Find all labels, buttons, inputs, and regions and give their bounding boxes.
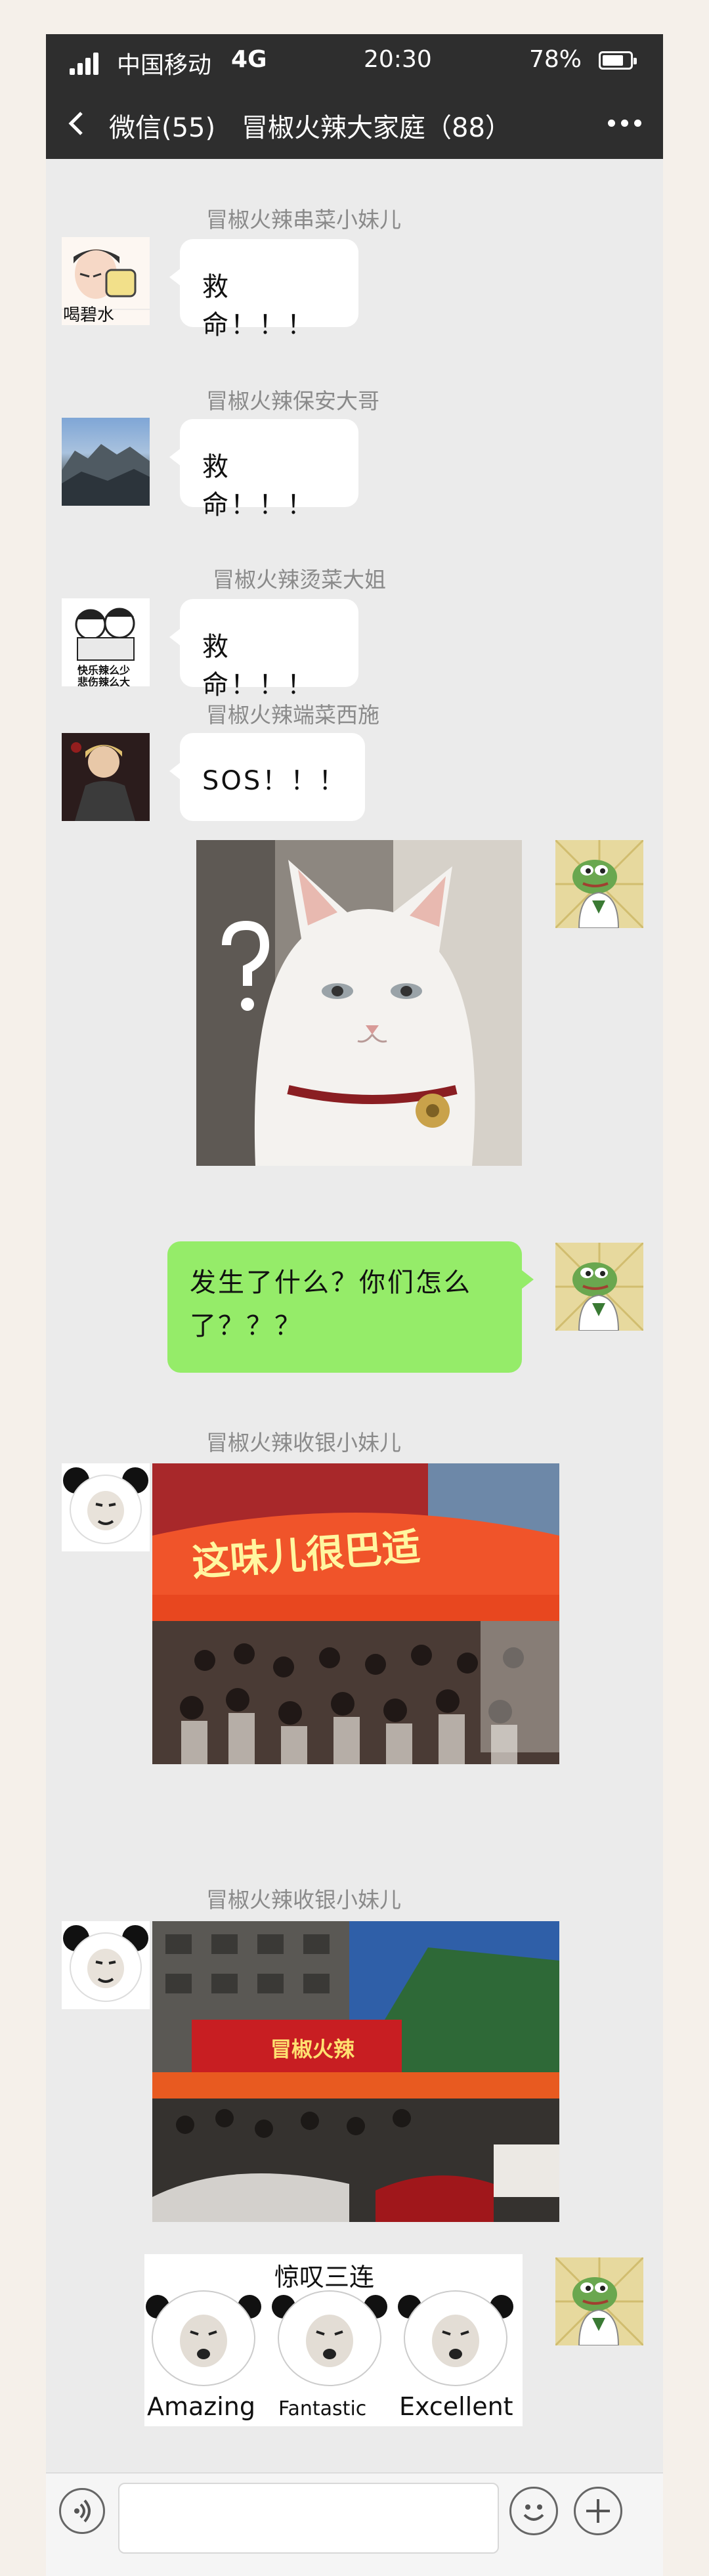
page-title: 冒椒火辣大家庭（88） <box>242 113 511 143</box>
input-bar <box>46 2472 663 2576</box>
message-bubble[interactable]: 救命！！！ <box>169 599 358 700</box>
avatar[interactable] <box>62 1463 150 1551</box>
avatar[interactable]: 快乐辣么少 悲伤辣么大 <box>62 598 150 686</box>
chat-header: 微信(55) 冒椒火辣大家庭（88） <box>46 87 663 159</box>
sticker-word: Fantastic <box>278 2397 367 2420</box>
sticker-message[interactable]: 惊叹三连 Amazing Fantastic Excellent <box>144 2254 523 2426</box>
avatar[interactable] <box>62 733 150 821</box>
avatar-caption: 喝碧水 <box>63 305 115 325</box>
signal-icon <box>70 51 102 75</box>
avatar-caption: 悲伤辣么大 <box>77 676 131 686</box>
sender-name: 冒椒火辣烫菜大姐 <box>213 567 386 592</box>
plus-icon[interactable] <box>574 2487 622 2535</box>
cat-image-message[interactable] <box>196 840 522 1166</box>
more-dots-icon[interactable] <box>608 120 642 127</box>
message-bubble[interactable]: 救命！！！ <box>169 239 358 340</box>
avatar[interactable] <box>62 418 150 506</box>
street-photo-message[interactable]: 冒椒火辣 <box>152 1921 559 2222</box>
battery-icon <box>599 51 637 70</box>
sender-name: 冒椒火辣串菜小妹儿 <box>206 207 401 233</box>
message-bubble[interactable]: 救命！！！ <box>169 419 358 520</box>
emoji-icon[interactable] <box>509 2487 558 2535</box>
sender-name: 冒椒火辣收银小妹儿 <box>206 1887 401 1913</box>
avatar[interactable] <box>62 1921 150 2009</box>
sender-name: 冒椒火辣保安大哥 <box>206 388 379 414</box>
message-line: 发生了什么？你们怎么 <box>190 1268 472 1298</box>
self-avatar[interactable] <box>555 2257 643 2345</box>
sticker-word: Amazing <box>147 2392 256 2421</box>
message-line: 了？？？ <box>190 1311 303 1341</box>
message-bubble[interactable]: SOS！！！ <box>169 733 365 821</box>
shop-photo-message[interactable]: 这味儿很巴适 <box>152 1463 559 1764</box>
status-bar: 中国移动 4G 20:30 78% <box>46 34 663 87</box>
self-avatar[interactable] <box>555 1243 643 1331</box>
shop-sign-text: 冒椒火辣 <box>270 2037 355 2062</box>
voice-icon[interactable] <box>59 2488 105 2534</box>
sticker-word: Excellent <box>399 2392 513 2421</box>
avatar[interactable]: 喝碧水 <box>62 237 150 325</box>
sender-name: 冒椒火辣端菜西施 <box>206 702 379 728</box>
chevron-left-icon[interactable] <box>64 110 91 137</box>
chat-screen: 中国移动 4G 20:30 78% 微信(55) 冒椒火辣大家庭（88） 喝碧水… <box>46 34 663 2576</box>
self-avatar[interactable] <box>555 840 643 928</box>
network-type: 4G <box>231 46 267 73</box>
sender-name: 冒椒火辣收银小妹儿 <box>206 1430 401 1455</box>
battery-percent: 78% <box>529 46 582 73</box>
back-button[interactable]: 微信(55) <box>109 106 215 144</box>
message-input[interactable] <box>118 2483 499 2554</box>
self-message-bubble[interactable]: 发生了什么？你们怎么 了？？？ <box>167 1241 534 1373</box>
carrier-name: 中国移动 <box>117 52 212 79</box>
clock: 20:30 <box>364 46 432 73</box>
